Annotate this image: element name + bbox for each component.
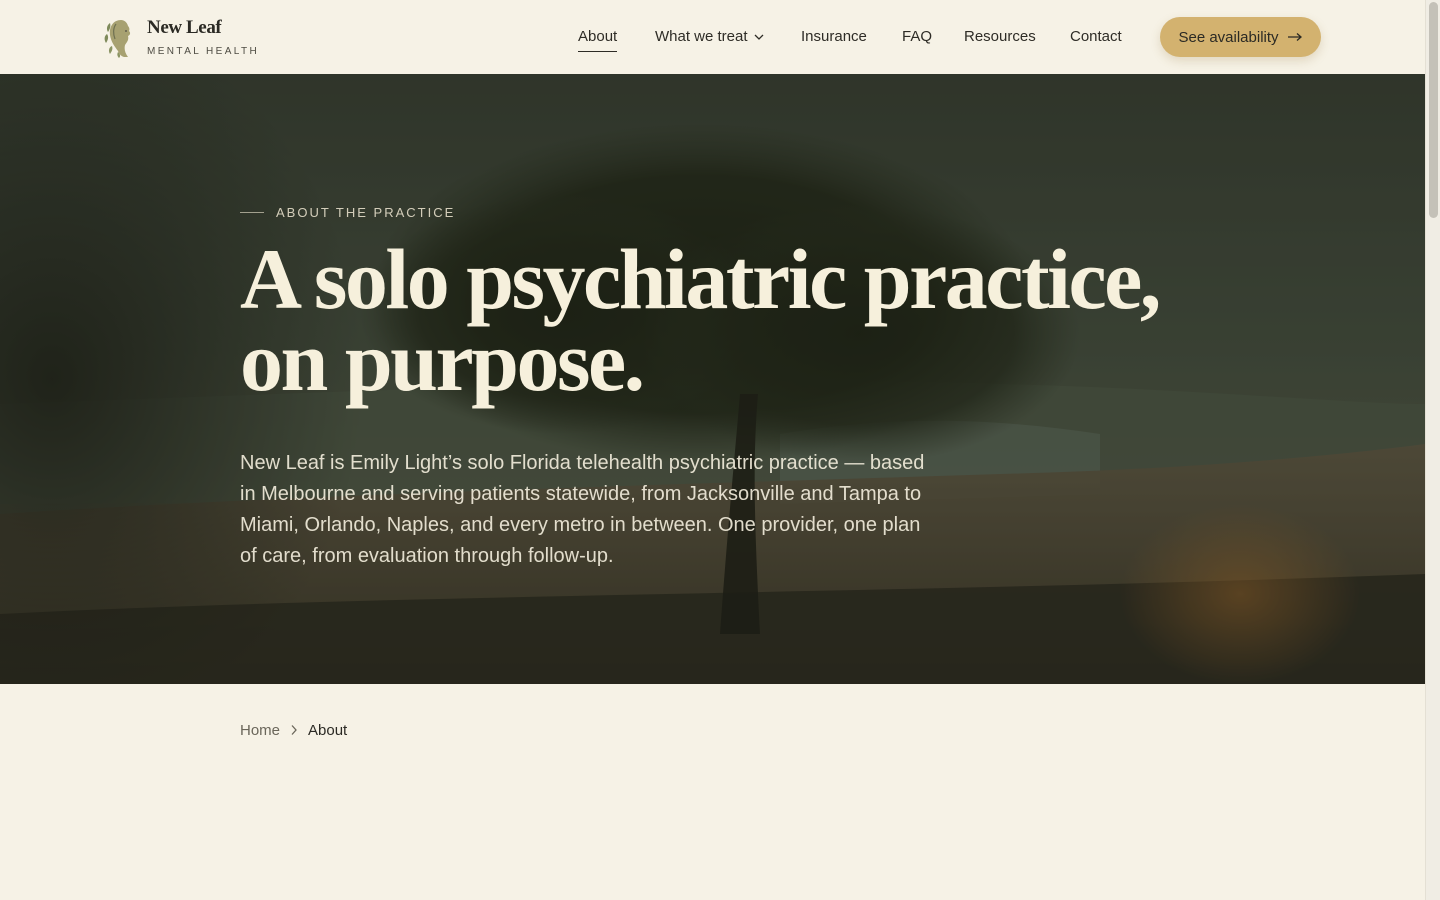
nav-what-we-treat[interactable]: What we treat [655, 28, 764, 46]
hero-section: ABOUT THE PRACTICE A solo psychiatric pr… [0, 74, 1425, 684]
eyebrow-text: ABOUT THE PRACTICE [276, 204, 456, 220]
chevron-right-icon [291, 725, 297, 735]
hero-eyebrow: ABOUT THE PRACTICE [240, 204, 455, 220]
arrow-right-icon [1287, 33, 1302, 41]
breadcrumb: Home About [240, 720, 347, 740]
page: New Leaf MENTAL HEALTH About What we tre… [0, 0, 1425, 900]
scrollbar-thumb[interactable] [1429, 2, 1438, 218]
eyebrow-divider [240, 211, 264, 213]
see-availability-label: See availability [1178, 28, 1279, 46]
brand-logo[interactable]: New Leaf MENTAL HEALTH [104, 16, 274, 60]
nav-contact[interactable]: Contact [1070, 28, 1122, 46]
hero-description: New Leaf is Emily Light’s solo Florida t… [240, 452, 925, 567]
nav-what-we-treat-label: What we treat [655, 28, 748, 45]
chevron-down-icon [754, 34, 764, 40]
site-header: New Leaf MENTAL HEALTH About What we tre… [0, 0, 1425, 74]
nav-insurance[interactable]: Insurance [801, 28, 867, 46]
page-title-line-1: A solo psychiatric practice, [240, 231, 1161, 327]
page-title-line-2: on purpose. [240, 313, 645, 409]
nav-about[interactable]: About [578, 28, 618, 52]
see-availability-button[interactable]: See availability [1160, 17, 1321, 57]
breadcrumb-home-link[interactable]: Home [240, 722, 280, 739]
nav-resources[interactable]: Resources [964, 28, 1036, 46]
page-scrollbar[interactable] [1425, 0, 1440, 900]
brand-name: New Leaf [147, 17, 222, 38]
page-title: A solo psychiatric practice, on purpose. [240, 231, 1240, 409]
breadcrumb-current: About [308, 721, 348, 739]
nav-faq[interactable]: FAQ [902, 28, 932, 46]
brand-tagline: MENTAL HEALTH [147, 46, 260, 57]
leaf-woman-profile-icon [104, 20, 131, 58]
